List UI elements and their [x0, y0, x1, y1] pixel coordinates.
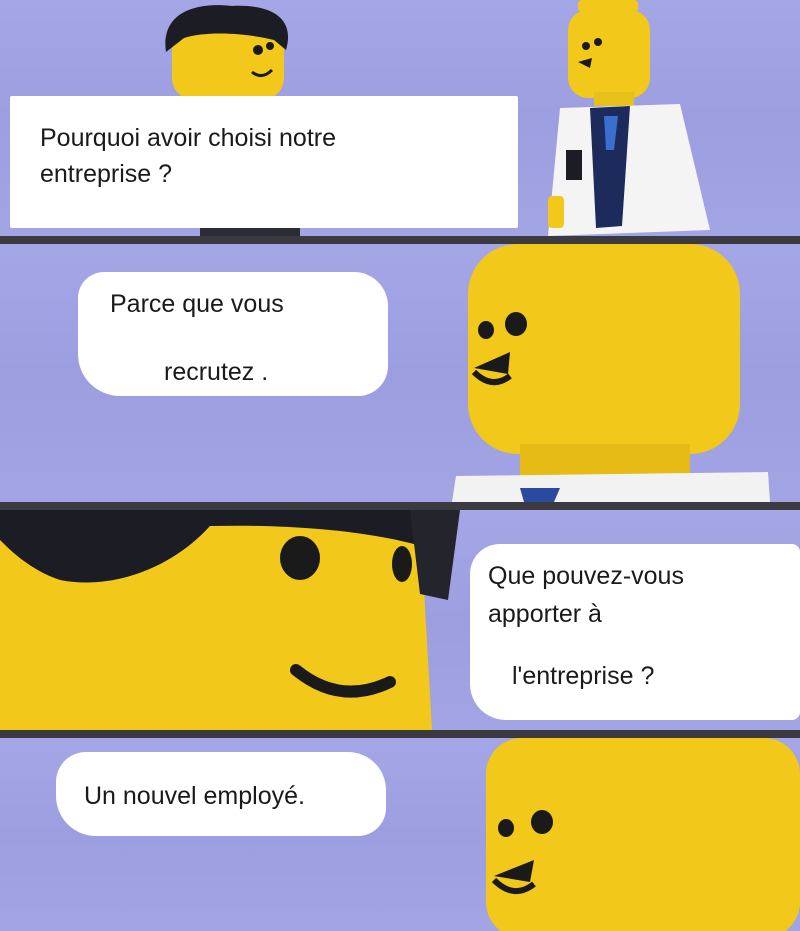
speech-bubble-answer-1: Parce que vous recrutez . [78, 272, 388, 396]
candidate-head [486, 738, 800, 931]
bubble-line: Parce que vous [110, 290, 284, 318]
candidate-head [452, 244, 770, 502]
candidate-figure [548, 0, 710, 236]
bubble-line: l'entreprise ? [512, 662, 655, 690]
bubble-line: apporter à [488, 600, 602, 628]
bubble-line: Pourquoi avoir choisi notre [40, 124, 336, 152]
bubble-line: recrutez . [164, 358, 269, 386]
panel-1: Pourquoi avoir choisi notre entreprise ? [0, 0, 800, 236]
panel-divider [0, 730, 800, 738]
panel-divider [0, 502, 800, 510]
panel-4: Un nouvel employé. [0, 738, 800, 931]
recruiter-head-closeup [0, 510, 460, 730]
bubble-line: entreprise ? [40, 160, 173, 188]
panel-3: Que pouvez-vous apporter à l'entreprise … [0, 510, 800, 730]
speech-bubble-answer-2: Un nouvel employé. [56, 752, 386, 836]
meme-comic: Pourquoi avoir choisi notre entreprise ?… [0, 0, 800, 931]
panel-divider [0, 236, 800, 244]
bubble-line: Un nouvel employé. [84, 782, 305, 810]
speech-bubble-question-2: Que pouvez-vous apporter à l'entreprise … [470, 544, 800, 720]
speech-bubble-question-1: Pourquoi avoir choisi notre entreprise ? [10, 96, 518, 228]
bubble-line: Que pouvez-vous [488, 562, 684, 590]
